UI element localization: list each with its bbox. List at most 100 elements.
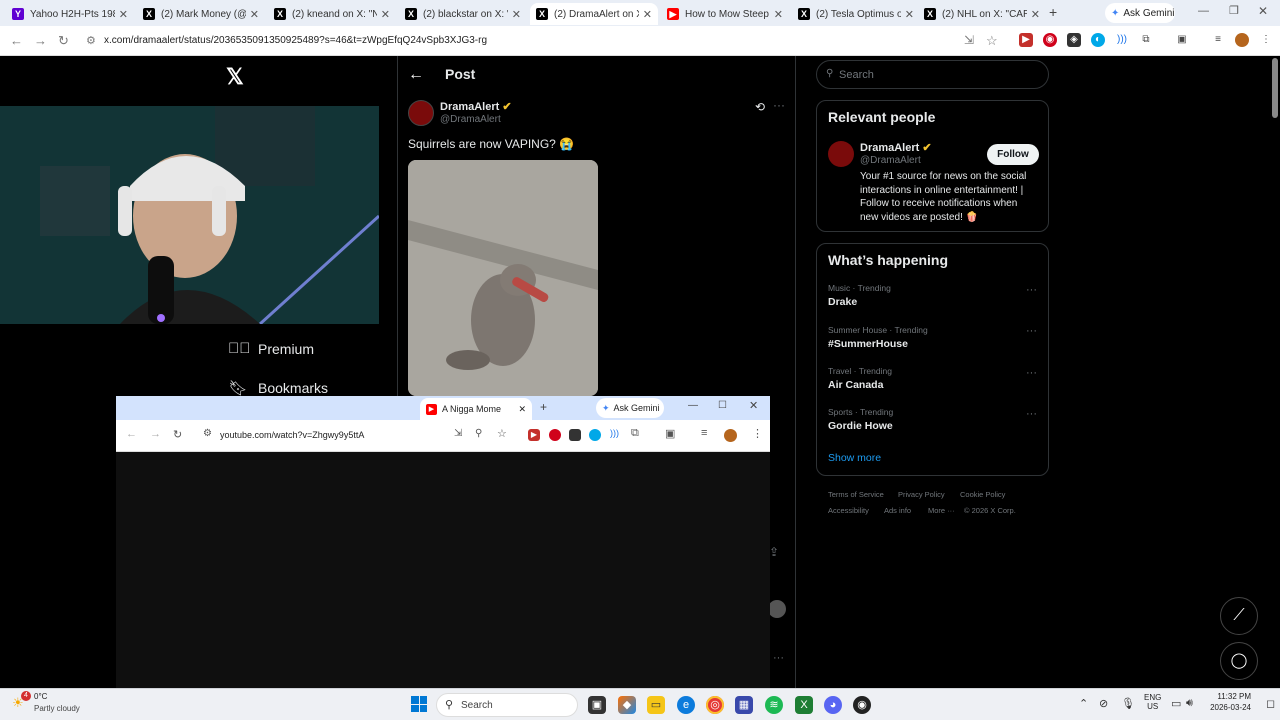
trend-item[interactable]: Sports · Trending Gordie Howe [828, 407, 893, 432]
puzzle-icon[interactable]: ⧉ [1139, 33, 1153, 47]
person-name[interactable]: DramaAlert ✔ [860, 141, 932, 154]
close-icon[interactable]: ✕ [250, 8, 259, 21]
address-bar[interactable]: youtube.com/watch?v=Zhgwy9y5ttA [220, 430, 364, 440]
install-app-icon[interactable]: ⇲ [454, 428, 462, 439]
tab-mark-money[interactable]: X(2) Mark Money (@Ma✕ [137, 3, 265, 25]
author-handle[interactable]: @DramaAlert [440, 114, 501, 125]
tab-yahoo[interactable]: YYahoo H2H-Pts 198229✕ [6, 3, 134, 25]
new-tab-button[interactable]: + [540, 400, 547, 414]
extension-icon[interactable]: ◐ [1091, 33, 1105, 47]
footer-link[interactable]: Accessibility [828, 506, 869, 515]
close-icon[interactable]: ✕ [518, 404, 526, 415]
close-icon[interactable]: ✕ [512, 8, 521, 21]
tab-tesla[interactable]: X(2) Tesla Optimus on X✕ [792, 3, 920, 25]
close-window-button[interactable]: ✕ [749, 399, 758, 412]
avatar[interactable] [724, 429, 737, 442]
trend-item[interactable]: Summer House · Trending #SummerHouse [828, 325, 928, 350]
back-arrow-icon[interactable]: ← [10, 33, 23, 48]
more-icon[interactable]: ··· [773, 652, 784, 664]
network-icon[interactable]: ⊘ [1099, 697, 1108, 710]
app-icon[interactable]: ▦ [735, 696, 753, 714]
more-menu-icon[interactable]: ⋮ [752, 427, 763, 440]
microphone-icon[interactable]: 🎙︎ [1121, 697, 1135, 710]
more-icon[interactable]: ··· [773, 98, 785, 112]
trend-item[interactable]: Travel · Trending Air Canada [828, 366, 892, 391]
back-arrow-icon[interactable]: ← [126, 428, 137, 440]
close-window-button[interactable]: ✕ [1258, 4, 1268, 18]
tab-kneand[interactable]: X(2) kneand on X: "NEW✕ [268, 3, 396, 25]
back-arrow-icon[interactable]: ← [408, 66, 424, 84]
x-logo-icon[interactable]: 𝕏 [226, 64, 244, 90]
more-icon[interactable]: ··· [1026, 284, 1037, 296]
tab-blackstar[interactable]: X(2) blackstar on X: "this✕ [399, 3, 527, 25]
trend-item[interactable]: Music · Trending Drake [828, 283, 891, 308]
obs-icon[interactable]: ◉ [853, 696, 871, 714]
close-icon[interactable]: ✕ [774, 8, 783, 21]
extension-icon[interactable]: ◈ [1067, 33, 1081, 47]
bookmark-star-icon[interactable]: ☆ [497, 427, 507, 440]
site-info-icon[interactable]: ⚙ [203, 428, 212, 439]
extension-icon[interactable] [589, 429, 601, 441]
footer-link[interactable]: Privacy Policy [898, 490, 945, 499]
clock[interactable]: 11:32 PM 2026-03-24 [1207, 692, 1251, 712]
search-input[interactable]: ⚲ Search [816, 60, 1049, 89]
forward-arrow-icon[interactable]: → [34, 33, 47, 48]
popup-tab[interactable]: ▶ A Nigga Mome ✕ [420, 398, 532, 420]
tab-search-icon[interactable]: ▣ [665, 427, 675, 440]
extension-icon[interactable] [569, 429, 581, 441]
minimize-button[interactable]: — [1198, 5, 1209, 17]
extension-icon[interactable]: ◉ [1043, 33, 1057, 47]
author-name[interactable]: DramaAlert ✔ [440, 100, 512, 113]
follow-button[interactable]: Follow [987, 144, 1039, 165]
avatar[interactable] [828, 141, 854, 167]
install-app-icon[interactable]: ⇲ [964, 33, 974, 47]
close-icon[interactable]: ✕ [119, 8, 128, 21]
address-bar[interactable]: x.com/dramaalert/status/2036535091350925… [104, 35, 487, 46]
puzzle-icon[interactable]: ⧉ [631, 427, 639, 440]
close-icon[interactable]: ✕ [381, 8, 390, 21]
copilot-icon[interactable]: ◆ [618, 696, 636, 714]
maximize-button[interactable]: ☐ [718, 400, 727, 411]
media-controls-icon[interactable]: ≡ [701, 427, 707, 439]
scrollbar[interactable] [1272, 58, 1278, 118]
footer-link[interactable]: Terms of Service [828, 490, 884, 499]
more-menu-icon[interactable]: ⋮ [1259, 33, 1273, 47]
nav-bookmarks[interactable]: 🔖︎ Bookmarks [228, 379, 328, 397]
display-icon[interactable]: ▭ [1171, 697, 1181, 710]
new-tab-button[interactable]: + [1049, 4, 1057, 20]
more-icon[interactable]: ··· [1026, 325, 1037, 337]
maximize-button[interactable]: ❐ [1229, 4, 1239, 17]
excel-icon[interactable]: X [795, 696, 813, 714]
notification-icon[interactable]: ◻ [1266, 697, 1275, 710]
ask-gemini-button[interactable]: ✦ Ask Gemini [596, 398, 664, 418]
avatar[interactable] [1235, 33, 1249, 47]
share-icon[interactable]: ⇪ [769, 545, 779, 559]
extension-icon[interactable]: ))) [610, 428, 619, 438]
person-handle[interactable]: @DramaAlert [860, 155, 921, 166]
tab-search-icon[interactable]: ▣ [1175, 33, 1189, 47]
tab-nhl[interactable]: X(2) NHL on X: "CARTER✕ [918, 3, 1046, 25]
show-more-link[interactable]: Show more [828, 452, 881, 464]
close-icon[interactable]: ✕ [905, 8, 914, 21]
close-icon[interactable]: ✕ [643, 8, 652, 21]
more-icon[interactable]: ··· [1026, 408, 1037, 420]
windows-start-icon[interactable] [411, 696, 427, 712]
file-explorer-icon[interactable]: ▭ [647, 696, 665, 714]
spotify-icon[interactable]: ≋ [765, 696, 783, 714]
ask-gemini-button[interactable]: ✦ Ask Gemini [1105, 3, 1175, 23]
chrome-icon[interactable]: ◎ [706, 696, 724, 714]
extension-icon[interactable]: ▶ [1019, 33, 1033, 47]
taskbar-search[interactable]: ⚲ Search [436, 693, 578, 717]
footer-link[interactable]: More ··· [928, 506, 955, 515]
more-icon[interactable]: ··· [1026, 367, 1037, 379]
close-icon[interactable]: ✕ [1031, 8, 1040, 21]
tab-dramaalert[interactable]: X(2) DramaAlert on X: "S✕ [530, 3, 658, 25]
grok-icon[interactable]: ⟲ [755, 100, 765, 114]
zoom-icon[interactable]: ⚲ [475, 428, 482, 439]
media-controls-icon[interactable]: ≡ [1211, 33, 1225, 47]
messages-icon[interactable]: ◯ [1220, 642, 1258, 680]
extension-icon[interactable]: ))) [1115, 33, 1129, 47]
video-page-area[interactable] [116, 453, 770, 688]
reload-icon[interactable]: ↻ [58, 33, 69, 49]
volume-icon[interactable]: 🔊︎ [1186, 697, 1193, 710]
